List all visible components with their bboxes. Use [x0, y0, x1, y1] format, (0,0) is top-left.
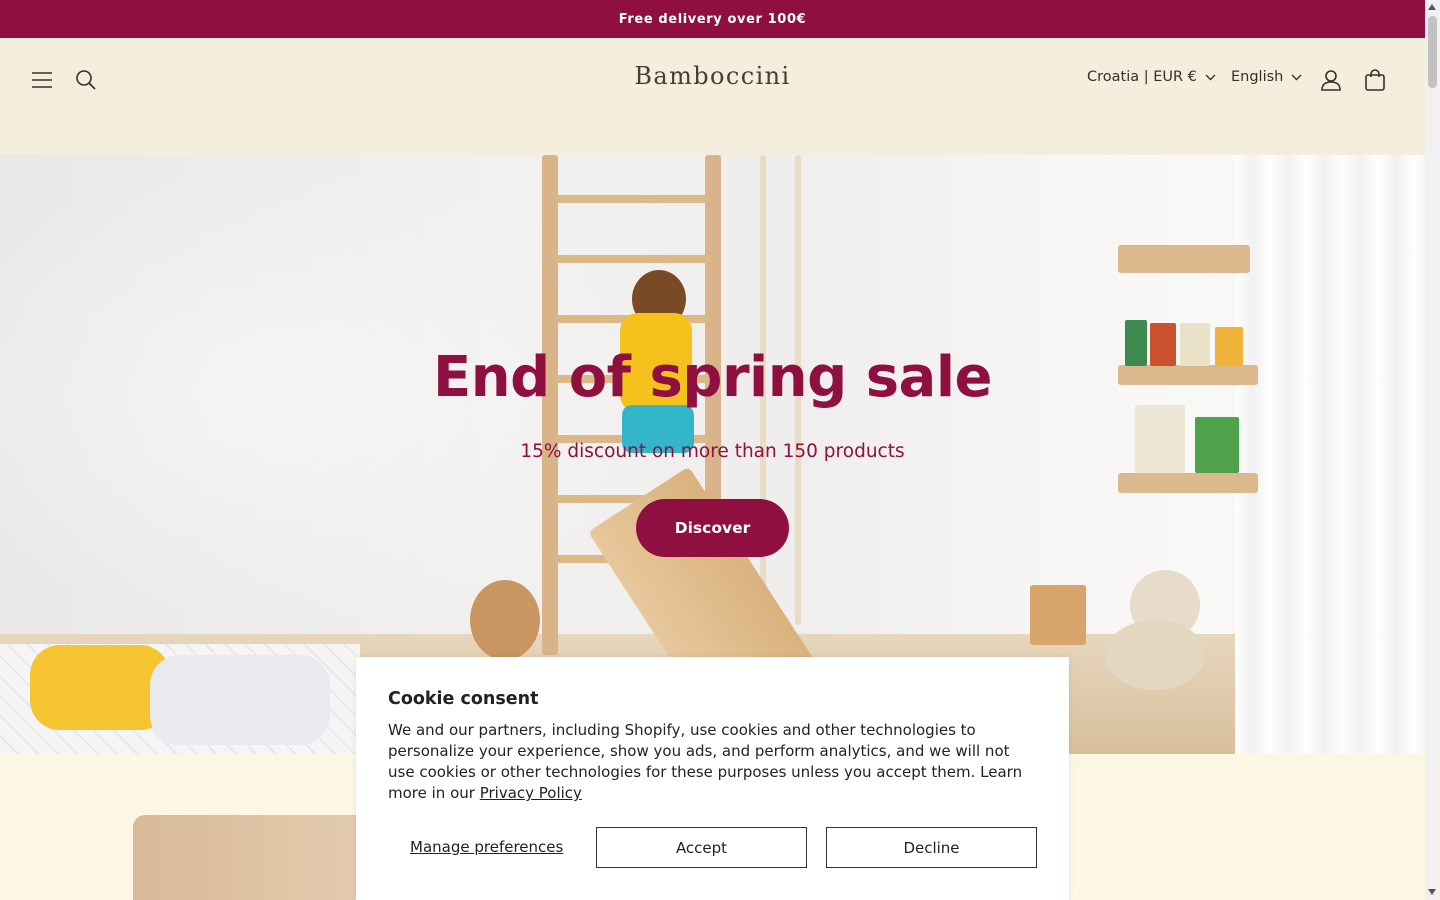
page-scrollbar[interactable]: [1425, 0, 1440, 900]
hero-title: End of spring sale: [432, 345, 993, 410]
privacy-policy-link[interactable]: Privacy Policy: [480, 784, 582, 802]
country-selector[interactable]: Croatia | EUR €: [1087, 69, 1216, 85]
scroll-down-icon[interactable]: [1428, 889, 1436, 895]
scrollbar-thumb[interactable]: [1428, 16, 1437, 88]
chevron-down-icon: [1291, 74, 1302, 80]
language-selector-label: English: [1231, 69, 1284, 85]
site-header: Bamboccini Croatia | EUR € English: [0, 38, 1425, 155]
discover-button[interactable]: Discover: [636, 499, 789, 557]
decline-button[interactable]: Decline: [826, 827, 1037, 868]
cookie-consent-banner: Cookie consent We and our partners, incl…: [356, 657, 1069, 900]
cart-icon[interactable]: [1359, 64, 1391, 96]
announcement-bar: Free delivery over 100€: [0, 0, 1425, 38]
announcement-text: Free delivery over 100€: [618, 11, 807, 27]
language-selector[interactable]: English: [1231, 69, 1302, 85]
scroll-up-icon[interactable]: [1428, 4, 1436, 10]
cookie-consent-text: We and our partners, including Shopify, …: [388, 720, 1038, 804]
manage-preferences-link[interactable]: Manage preferences: [410, 838, 563, 856]
cookie-consent-title: Cookie consent: [388, 689, 539, 709]
accept-button[interactable]: Accept: [596, 827, 807, 868]
hero-subtitle: 15% discount on more than 150 products: [520, 441, 905, 462]
chevron-down-icon: [1205, 74, 1216, 80]
country-selector-label: Croatia | EUR €: [1087, 69, 1197, 85]
account-icon[interactable]: [1315, 64, 1347, 96]
